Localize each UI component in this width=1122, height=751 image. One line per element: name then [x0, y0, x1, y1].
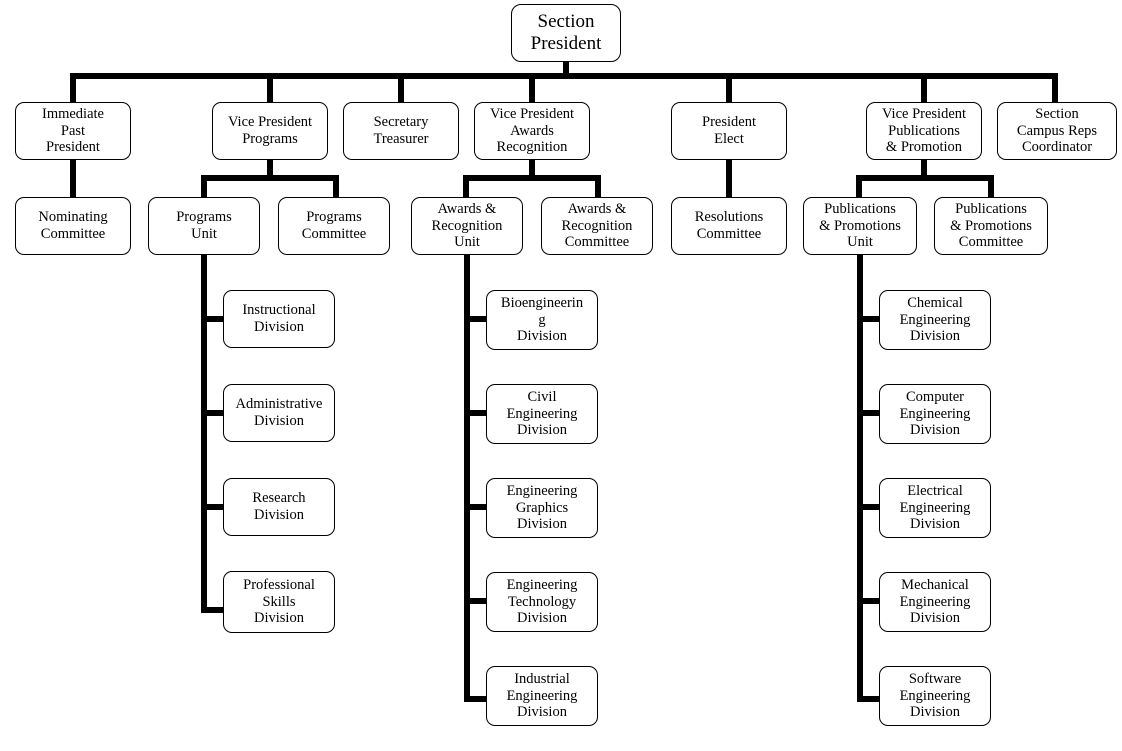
node-bioengineering-division[interactable]: Bioengineerin g Division: [486, 290, 598, 350]
node-engineering-technology-division[interactable]: Engineering Technology Division: [486, 572, 598, 632]
node-publications-promotions-committee[interactable]: Publications & Promotions Committee: [934, 197, 1048, 255]
node-administrative-division[interactable]: Administrative Division: [223, 384, 335, 442]
node-instructional-division[interactable]: Instructional Division: [223, 290, 335, 348]
connector-bus-to-officer-6: [921, 73, 927, 103]
node-immediate-past-president[interactable]: Immediate Past President: [15, 102, 131, 160]
connector-bus-to-officer-2: [267, 73, 273, 103]
node-electrical-engineering-division[interactable]: Electrical Engineering Division: [879, 478, 991, 538]
connector-programs-unit-spine: [201, 254, 207, 613]
connector-vp-awards-to-committee: [595, 175, 601, 199]
connector-vp-programs-to-committee: [333, 175, 339, 199]
node-programs-committee[interactable]: Programs Committee: [278, 197, 390, 255]
connector-past-president-to-nominating: [70, 159, 76, 199]
connector-bus-to-officer-3: [398, 73, 404, 103]
node-research-division[interactable]: Research Division: [223, 478, 335, 536]
node-resolutions-committee[interactable]: Resolutions Committee: [671, 197, 787, 255]
connector-vp-awards-to-unit: [463, 175, 469, 199]
node-engineering-graphics-division[interactable]: Engineering Graphics Division: [486, 478, 598, 538]
connector-vp-programs-bus: [201, 175, 339, 181]
node-awards-recognition-committee[interactable]: Awards & Recognition Committee: [541, 197, 653, 255]
node-vice-president-awards-recognition[interactable]: Vice President Awards Recognition: [474, 102, 590, 160]
connector-bus-to-officer-4: [529, 73, 535, 103]
connector-president-elect-to-resolutions: [726, 159, 732, 199]
node-vice-president-programs[interactable]: Vice President Programs: [212, 102, 328, 160]
connector-bus-to-officer-5: [726, 73, 732, 103]
node-secretary-treasurer[interactable]: Secretary Treasurer: [343, 102, 459, 160]
node-professional-skills-division[interactable]: Professional Skills Division: [223, 571, 335, 633]
node-publications-promotions-unit[interactable]: Publications & Promotions Unit: [803, 197, 917, 255]
node-nominating-committee[interactable]: Nominating Committee: [15, 197, 131, 255]
node-vice-president-publications-promotion[interactable]: Vice President Publications & Promotion: [866, 102, 982, 160]
node-software-engineering-division[interactable]: Software Engineering Division: [879, 666, 991, 726]
node-mechanical-engineering-division[interactable]: Mechanical Engineering Division: [879, 572, 991, 632]
connector-vp-programs-to-unit: [201, 175, 207, 199]
node-industrial-engineering-division[interactable]: Industrial Engineering Division: [486, 666, 598, 726]
connector-vp-awards-stem: [529, 159, 535, 176]
node-awards-recognition-unit[interactable]: Awards & Recognition Unit: [411, 197, 523, 255]
connector-vp-awards-bus: [463, 175, 601, 181]
connector-vp-publications-to-committee: [988, 175, 994, 199]
connector-vp-publications-bus: [856, 175, 994, 181]
connector-bus-to-officer-1: [70, 73, 76, 103]
node-civil-engineering-division[interactable]: Civil Engineering Division: [486, 384, 598, 444]
connector-vp-publications-stem: [921, 159, 927, 176]
connector-vp-publications-to-unit: [856, 175, 862, 199]
node-president-elect[interactable]: President Elect: [671, 102, 787, 160]
node-section-campus-reps-coordinator[interactable]: Section Campus Reps Coordinator: [997, 102, 1117, 160]
connector-vp-programs-stem: [267, 159, 273, 176]
connector-officer-bus: [70, 73, 1058, 79]
connector-bus-to-officer-7: [1052, 73, 1058, 103]
node-section-president[interactable]: Section President: [511, 4, 621, 62]
org-chart: Section President Immediate Past Preside…: [0, 0, 1122, 751]
node-programs-unit[interactable]: Programs Unit: [148, 197, 260, 255]
node-chemical-engineering-division[interactable]: Chemical Engineering Division: [879, 290, 991, 350]
node-computer-engineering-division[interactable]: Computer Engineering Division: [879, 384, 991, 444]
